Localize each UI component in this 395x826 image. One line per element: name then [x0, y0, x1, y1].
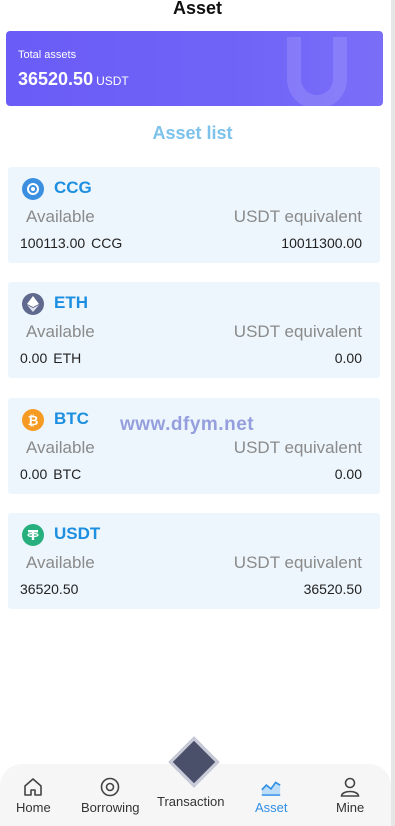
tab-label: Borrowing — [81, 800, 140, 815]
tab-transaction[interactable]: Transaction — [157, 794, 224, 809]
tab-label: Asset — [255, 800, 288, 815]
eth-icon — [22, 293, 44, 315]
tab-label: Transaction — [157, 794, 225, 809]
available-amount: 0.00 BTC — [20, 466, 82, 482]
available-amount: 36520.50 — [20, 581, 79, 597]
available-label: Available — [26, 322, 95, 341]
asset-name: USDT — [54, 524, 101, 543]
equivalent-label: USDT equivalent — [233, 553, 362, 572]
available-label: Available — [26, 207, 95, 226]
equivalent-value: 36520.50 — [303, 581, 362, 597]
tab-asset[interactable]: Asset — [255, 776, 288, 815]
right-edge-border — [391, 0, 395, 826]
total-assets-card: Total assets 36520.50 USDT — [6, 31, 383, 106]
asset-name: CCG — [54, 178, 92, 197]
asset-name: ETH — [54, 293, 88, 312]
user-icon — [340, 777, 360, 797]
btc-icon: ₿ — [22, 409, 44, 431]
total-assets-unit: USDT — [96, 74, 129, 88]
tab-label: Home — [16, 800, 51, 815]
site-watermark: www.dfym.net — [120, 414, 255, 435]
usdt-icon — [22, 524, 44, 546]
asset-card-usdt[interactable]: USDT Available USDT equivalent 36520.50 … — [8, 513, 380, 609]
asset-card-eth[interactable]: ETH Available USDT equivalent 0.00 ETH 0.… — [8, 282, 380, 378]
available-amount: 100113.00 CCG — [20, 235, 123, 251]
available-amount: 0.00 ETH — [20, 350, 82, 366]
available-label: Available — [26, 553, 95, 572]
asset-card-ccg[interactable]: CCG Available USDT equivalent 100113.00 C… — [8, 167, 380, 263]
tab-borrowing[interactable]: Borrowing — [81, 776, 140, 815]
home-icon — [24, 778, 43, 796]
asset-card-btc[interactable]: ₿ BTC Available USDT equivalent 0.00 BTC … — [8, 398, 380, 494]
available-label: Available — [26, 438, 95, 457]
equivalent-label: USDT equivalent — [233, 322, 362, 341]
equivalent-value: 0.00 — [334, 350, 362, 366]
asset-list-title: Asset list — [152, 123, 233, 143]
ccg-icon — [22, 178, 44, 200]
total-assets-value: 36520.50 USDT — [18, 69, 129, 89]
tab-home[interactable]: Home — [16, 776, 51, 815]
equivalent-label: USDT equivalent — [233, 438, 362, 457]
equivalent-value: 0.00 — [334, 466, 362, 482]
asset-name: BTC — [54, 409, 89, 428]
svg-text:₿: ₿ — [28, 414, 39, 427]
banner-logo-icon — [287, 37, 347, 106]
tab-mine[interactable]: Mine — [336, 776, 364, 815]
chart-icon — [261, 781, 281, 796]
total-assets-label: Total assets — [18, 49, 77, 61]
equivalent-value: 10011300.00 — [281, 235, 362, 251]
tab-label: Mine — [336, 800, 365, 815]
page-title: Asset — [172, 0, 223, 18]
target-icon — [100, 777, 120, 797]
equivalent-label: USDT equivalent — [233, 207, 362, 226]
